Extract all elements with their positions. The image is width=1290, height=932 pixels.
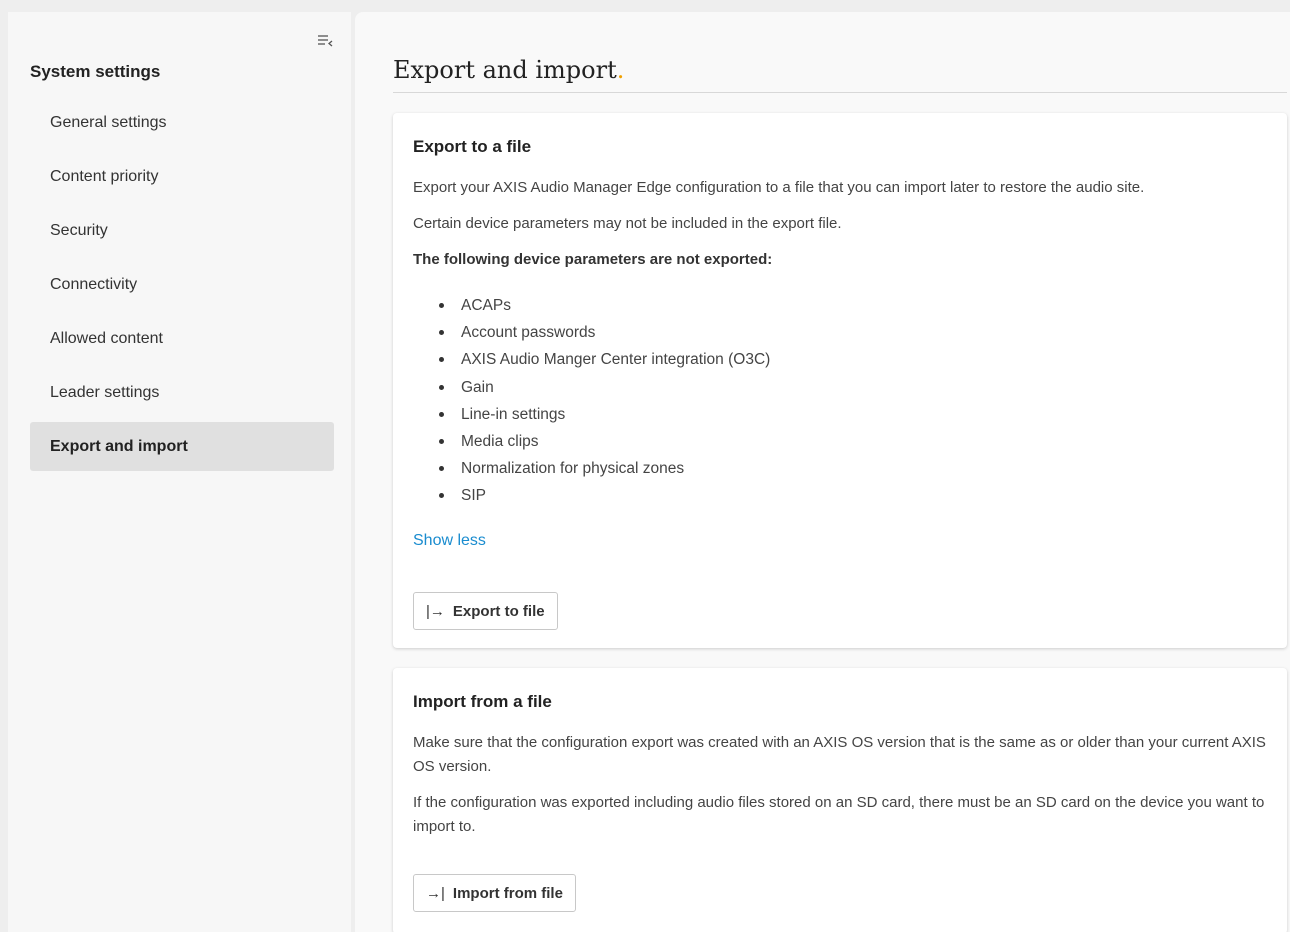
sidebar-item-allowed-content[interactable]: Allowed content [30, 314, 334, 363]
page-title-accent-dot: . [616, 56, 625, 84]
show-less-link[interactable]: Show less [413, 532, 486, 550]
sidebar-item-content-priority[interactable]: Content priority [30, 152, 334, 201]
sidebar-item-export-and-import[interactable]: Export and import [30, 422, 334, 471]
list-item: Normalization for physical zones [435, 455, 1267, 482]
list-item: AXIS Audio Manger Center integration (O3… [435, 346, 1267, 373]
import-from-file-button[interactable]: →| Import from file [413, 874, 576, 912]
export-card: Export to a file Export your AXIS Audio … [393, 113, 1287, 648]
list-item: SIP [435, 482, 1267, 509]
not-exported-list: ACAPs Account passwords AXIS Audio Mange… [435, 292, 1267, 510]
sidebar-item-general-settings[interactable]: General settings [30, 98, 334, 147]
page-title-text: Export and import [393, 56, 617, 84]
list-item: ACAPs [435, 292, 1267, 319]
collapse-sidebar-button[interactable] [314, 30, 336, 52]
sidebar: System settings General settings Content… [8, 12, 351, 932]
export-icon: |→ [426, 602, 445, 620]
export-button-label: Export to file [452, 602, 545, 620]
sidebar-item-connectivity[interactable]: Connectivity [30, 260, 334, 309]
export-not-exported-heading: The following device parameters are not … [413, 251, 773, 268]
export-description: Export your AXIS Audio Manager Edge conf… [413, 179, 1145, 196]
list-item: Line-in settings [435, 401, 1267, 428]
sidebar-item-security[interactable]: Security [30, 206, 334, 255]
export-to-file-button[interactable]: |→ Export to file [413, 592, 558, 630]
sidebar-title: System settings [30, 62, 161, 81]
import-button-label: Import from file [452, 884, 563, 902]
main-content: Export and import. Export to a file Expo… [355, 12, 1290, 932]
import-version-note: Make sure that the configuration export … [413, 734, 1266, 775]
import-sd-card-note: If the configuration was exported includ… [413, 794, 1265, 835]
list-item: Gain [435, 374, 1267, 401]
page-title: Export and import. [393, 56, 624, 84]
title-divider [393, 92, 1287, 93]
list-item: Account passwords [435, 319, 1267, 346]
list-item: Media clips [435, 428, 1267, 455]
sidebar-nav: General settings Content priority Securi… [30, 98, 334, 476]
import-icon: →| [426, 884, 445, 902]
sidebar-item-leader-settings[interactable]: Leader settings [30, 368, 334, 417]
export-heading: Export to a file [413, 137, 532, 156]
import-heading: Import from a file [413, 692, 552, 711]
export-note: Certain device parameters may not be inc… [413, 215, 842, 232]
import-card: Import from a file Make sure that the co… [393, 668, 1287, 932]
collapse-sidebar-icon [318, 35, 333, 47]
